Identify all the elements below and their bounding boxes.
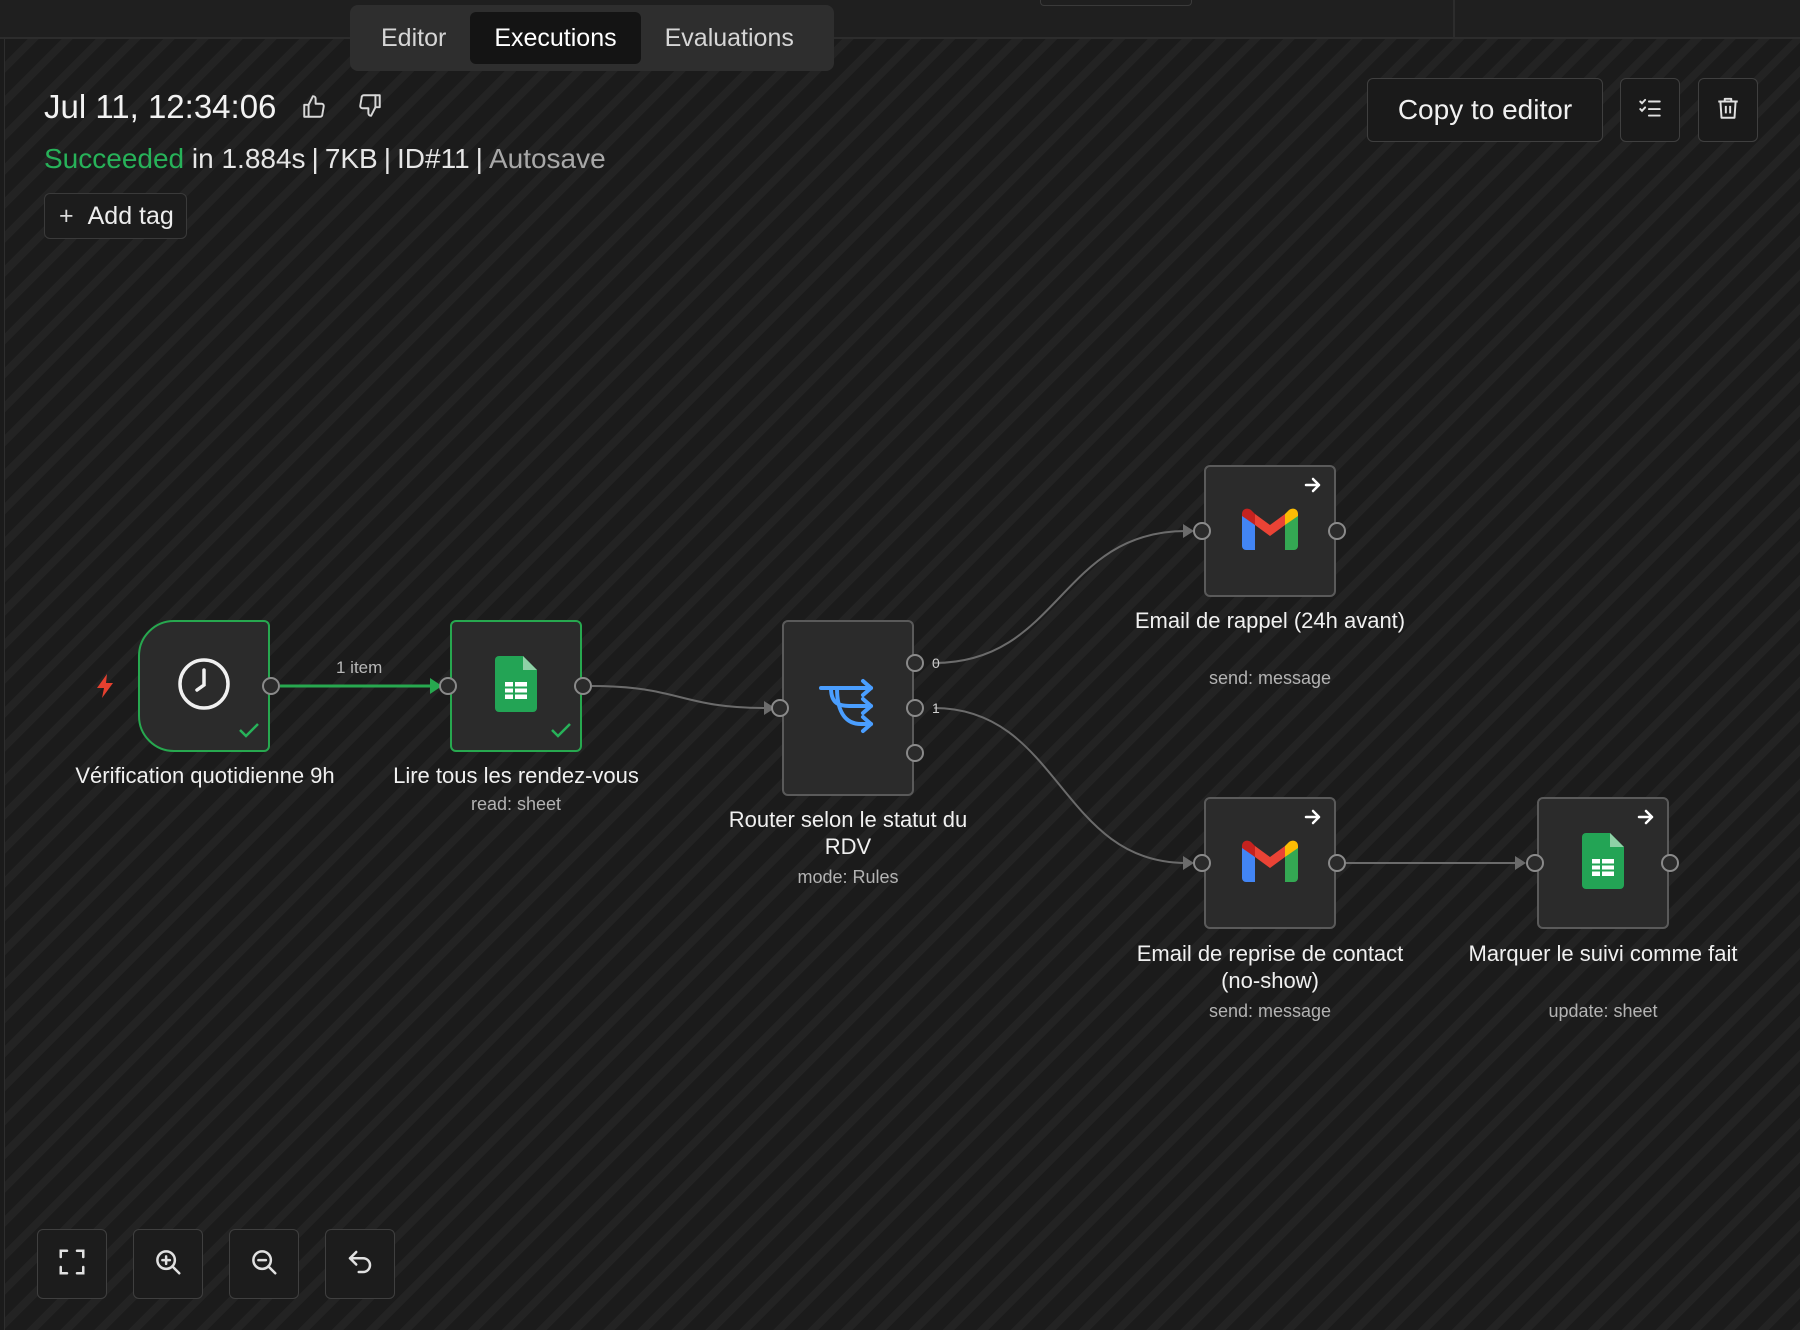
edge-read-to-router [591,685,767,709]
node-label: Marquer le suivi comme fait [1468,941,1738,966]
edge-router-to-reminder [933,530,1187,664]
router-output-index-0: 0 [932,655,940,671]
node-label: Lire tous les rendez-vous [393,763,639,788]
router-icon [817,678,879,739]
arrow-right-icon [1304,809,1322,830]
gmail-icon [1242,508,1298,555]
zoom-out-button[interactable] [229,1229,299,1299]
tab-evaluations[interactable]: Evaluations [641,12,818,64]
node-mark-done[interactable] [1537,797,1669,929]
clock-icon [176,656,232,717]
edge-arrowhead [1515,856,1526,870]
read-input-port[interactable] [439,677,457,695]
node-subtitle: send: message [1208,668,1332,688]
node-schedule-trigger[interactable] [138,620,270,752]
fit-view-icon [57,1247,87,1282]
zoom-in-icon [153,1247,183,1282]
noshow-input-port[interactable] [1193,854,1211,872]
router-output-port-0[interactable] [906,654,924,672]
router-output-port-2[interactable] [906,744,924,762]
success-check-icon [550,721,572,744]
arrow-right-icon [1637,809,1655,830]
read-output-port[interactable] [574,677,592,695]
node-email-noshow[interactable] [1204,797,1336,929]
reminder-input-port[interactable] [1193,522,1211,540]
tab-executions[interactable]: Executions [470,12,641,64]
mark-output-port[interactable] [1661,854,1679,872]
success-check-icon [238,721,260,744]
node-label: Email de rappel (24h avant) [1134,608,1406,633]
node-label: Router selon le statut du RDV [728,807,968,859]
node-subtitle: mode: Rules [797,867,899,887]
google-sheets-icon [1582,832,1624,894]
node-label: Email de reprise de contact (no-show) [1136,941,1404,993]
zoom-in-button[interactable] [133,1229,203,1299]
noshow-output-port[interactable] [1328,854,1346,872]
node-read-sheet[interactable] [450,620,582,752]
router-output-port-1[interactable] [906,699,924,717]
reminder-output-port[interactable] [1328,522,1346,540]
router-output-index-1: 1 [932,700,940,716]
node-subtitle: read: sheet [470,794,562,814]
node-subtitle: send: message [1208,1001,1332,1021]
node-subtitle: update: sheet [1548,1001,1658,1021]
node-router[interactable] [782,620,914,796]
undo-icon [345,1247,375,1282]
mark-input-port[interactable] [1526,854,1544,872]
reset-zoom-button[interactable] [325,1229,395,1299]
trigger-output-port[interactable] [262,677,280,695]
node-label: Vérification quotidienne 9h [75,763,335,788]
google-sheets-icon [495,655,537,717]
tab-editor[interactable]: Editor [357,12,470,64]
edge-item-count: 1 item [336,658,383,677]
gmail-icon [1242,840,1298,887]
zoom-out-icon [249,1247,279,1282]
trigger-lightning-icon [94,673,116,704]
node-email-reminder[interactable] [1204,465,1336,597]
arrow-right-icon [1304,477,1322,498]
fit-view-button[interactable] [37,1229,107,1299]
router-input-port[interactable] [771,699,789,717]
view-tabs: Editor Executions Evaluations [350,5,834,71]
